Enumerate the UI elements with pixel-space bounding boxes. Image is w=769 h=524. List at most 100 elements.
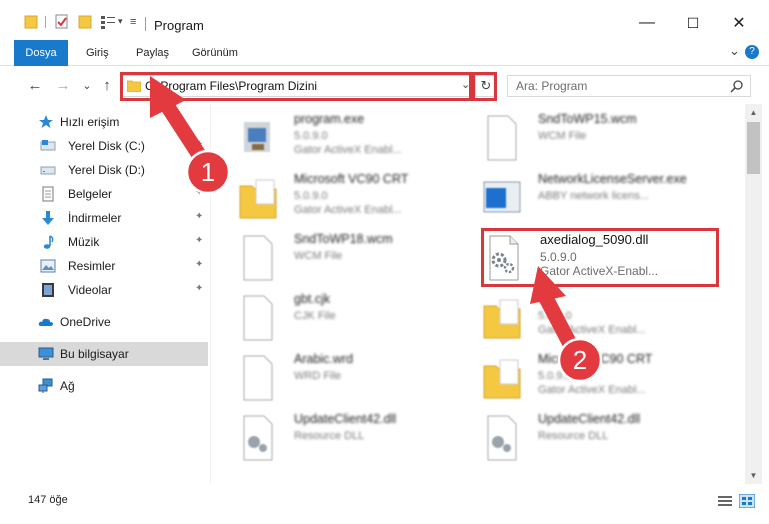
search-input[interactable]: Ara: Program xyxy=(516,79,587,93)
list-item[interactable]: SndToWP18.wcm WCM File xyxy=(238,230,478,292)
tab-view[interactable]: Görünüm xyxy=(192,40,238,66)
sidebar-item-quick-access[interactable]: Hızlı erişim xyxy=(0,110,208,134)
tab-file[interactable]: Dosya xyxy=(14,40,68,66)
sidebar-item-downloads[interactable]: İndirmeler ✦ xyxy=(0,206,208,230)
scroll-down-icon[interactable]: ▼ xyxy=(745,467,762,484)
back-button[interactable]: ← xyxy=(26,75,44,95)
window-icon xyxy=(483,181,521,213)
list-item[interactable]: SndToWP15.wcm WCM File xyxy=(482,110,722,172)
qa-dropdown-icon[interactable]: ▾ xyxy=(118,16,123,27)
search-box[interactable]: Ara: Program xyxy=(507,75,751,97)
file-name: Arabic.wrd xyxy=(294,352,354,366)
file-name: UpdateClient42.dll xyxy=(538,412,641,426)
sidebar-item-label: Videolar xyxy=(68,283,112,297)
folder-icon xyxy=(483,359,521,399)
file-type: WCM File xyxy=(294,250,343,262)
tiles-view-icon[interactable] xyxy=(739,494,755,508)
documents-icon xyxy=(42,186,54,202)
file-description: Gator ActiveX Enabl... xyxy=(294,204,402,216)
file-icon xyxy=(243,235,273,281)
item-count: 147 öğe xyxy=(28,494,68,506)
list-item[interactable]: program.exe 5.0.9.0 Gator ActiveX Enabl.… xyxy=(238,110,478,172)
refresh-highlight-box xyxy=(472,72,497,101)
file-icon xyxy=(243,355,273,401)
list-item[interactable]: Arabic.wrd WRD File xyxy=(238,350,478,412)
sidebar-item-this-pc[interactable]: Bu bilgisayar xyxy=(0,342,208,366)
file-name: Microsoft VC90 CRT xyxy=(294,172,409,186)
file-description: Gator ActiveX Enabl... xyxy=(538,384,646,396)
up-button[interactable]: ↑ xyxy=(98,75,116,95)
sidebar-item-label: OneDrive xyxy=(60,315,111,329)
file-icon xyxy=(243,295,273,341)
file-highlight-box xyxy=(481,228,719,287)
list-item[interactable]: NetworkLicenseServer.exe ABBY network li… xyxy=(482,170,722,232)
minimize-button[interactable]: — xyxy=(624,10,670,36)
pane-splitter[interactable] xyxy=(210,104,211,484)
dll-icon xyxy=(243,415,273,461)
sidebar-item-label: Resimler xyxy=(68,259,116,273)
view-list-icon[interactable] xyxy=(100,14,116,30)
properties-icon[interactable] xyxy=(55,14,69,30)
sidebar-item-label: Ağ xyxy=(60,379,75,393)
sidebar-item-documents[interactable]: Belgeler ✦ xyxy=(0,182,208,206)
sidebar-item-drive-c[interactable]: Yerel Disk (C:) ✦ xyxy=(0,134,208,158)
tab-share[interactable]: Paylaş xyxy=(136,40,169,66)
help-icon[interactable]: ? xyxy=(745,45,759,59)
title-divider xyxy=(145,17,146,31)
toolbar-divider xyxy=(45,16,46,28)
file-name: program.exe xyxy=(294,112,365,126)
file-name: NetworkLicenseServer.exe xyxy=(538,172,687,186)
file-name: Microsoft VC90 CRT xyxy=(538,352,653,366)
scroll-up-icon[interactable]: ▲ xyxy=(745,104,762,121)
sidebar-item-label: Yerel Disk (D:) xyxy=(68,163,145,177)
folder-icon xyxy=(239,179,277,219)
file-description: ABBY network licens... xyxy=(538,190,650,202)
expand-ribbon-icon[interactable]: ⌄ xyxy=(729,43,740,59)
list-item[interactable]: UpdateClient42.dll Resource DLL xyxy=(238,410,478,472)
pin-icon: ✦ xyxy=(195,139,204,150)
sidebar-item-label: Bu bilgisayar xyxy=(60,347,129,361)
details-view-icon[interactable] xyxy=(717,494,733,508)
list-item[interactable]: gbt.cjk CJK File xyxy=(238,290,478,352)
pictures-icon xyxy=(40,259,56,273)
search-icon[interactable] xyxy=(730,79,744,93)
maximize-button[interactable]: ☐ xyxy=(670,10,716,36)
list-item[interactable]: UpdateClient42.dll Resource DLL xyxy=(482,410,722,472)
pin-icon: ✦ xyxy=(195,187,204,198)
new-folder-icon[interactable] xyxy=(78,14,92,30)
computer-icon xyxy=(38,347,54,360)
sidebar-item-label: Belgeler xyxy=(68,187,113,201)
status-bar: 147 öğe xyxy=(0,488,769,512)
file-name: gbt.cjk xyxy=(294,292,331,306)
sidebar-item-onedrive[interactable]: OneDrive xyxy=(0,310,208,334)
sidebar-item-label: İndirmeler xyxy=(68,211,122,225)
drive-icon xyxy=(40,166,56,175)
customize-toolbar-icon[interactable]: ≡ xyxy=(130,16,136,28)
sidebar-item-drive-d[interactable]: Yerel Disk (D:) xyxy=(0,158,208,182)
tab-home[interactable]: Giriş xyxy=(86,40,109,66)
sidebar-item-label: Hızlı erişim xyxy=(60,115,120,129)
file-type: Resource DLL xyxy=(538,430,609,442)
vertical-scrollbar[interactable]: ▲ ▼ xyxy=(745,104,762,484)
list-item[interactable]: Microsoft VC90 CRT 5.0.9.0 Gator ActiveX… xyxy=(238,170,478,232)
sidebar-item-pictures[interactable]: Resimler ✦ xyxy=(0,254,208,278)
forward-button[interactable]: → xyxy=(54,75,72,95)
title-bar: ▾ ≡ Program — ☐ ✕ xyxy=(0,0,769,40)
file-version: 5.0.9.0 xyxy=(538,310,572,322)
list-item[interactable]: etc 5.0.9.0 Gator ActiveX Enabl... xyxy=(482,290,722,352)
sidebar-item-network[interactable]: Ağ xyxy=(0,374,208,398)
file-list: program.exe 5.0.9.0 Gator ActiveX Enabl.… xyxy=(212,104,745,484)
close-button[interactable]: ✕ xyxy=(716,10,762,36)
sidebar-item-music[interactable]: Müzik ✦ xyxy=(0,230,208,254)
scrollbar-thumb[interactable] xyxy=(747,122,760,174)
pin-icon: ✦ xyxy=(195,211,204,222)
file-version: 5.0.9.0 xyxy=(294,130,328,142)
pin-icon: ✦ xyxy=(195,259,204,270)
file-description: Gator ActiveX Enabl... xyxy=(538,324,646,336)
list-item[interactable]: Microsoft VC90 CRT 5.0.9.0 Gator ActiveX… xyxy=(482,350,722,412)
drive-icon xyxy=(40,140,56,151)
sidebar-item-label: Yerel Disk (C:) xyxy=(68,139,145,153)
recent-locations-button[interactable]: ⌄ xyxy=(78,75,96,95)
file-name: SndToWP18.wcm xyxy=(294,232,393,246)
sidebar-item-videos[interactable]: Videolar ✦ xyxy=(0,278,208,302)
